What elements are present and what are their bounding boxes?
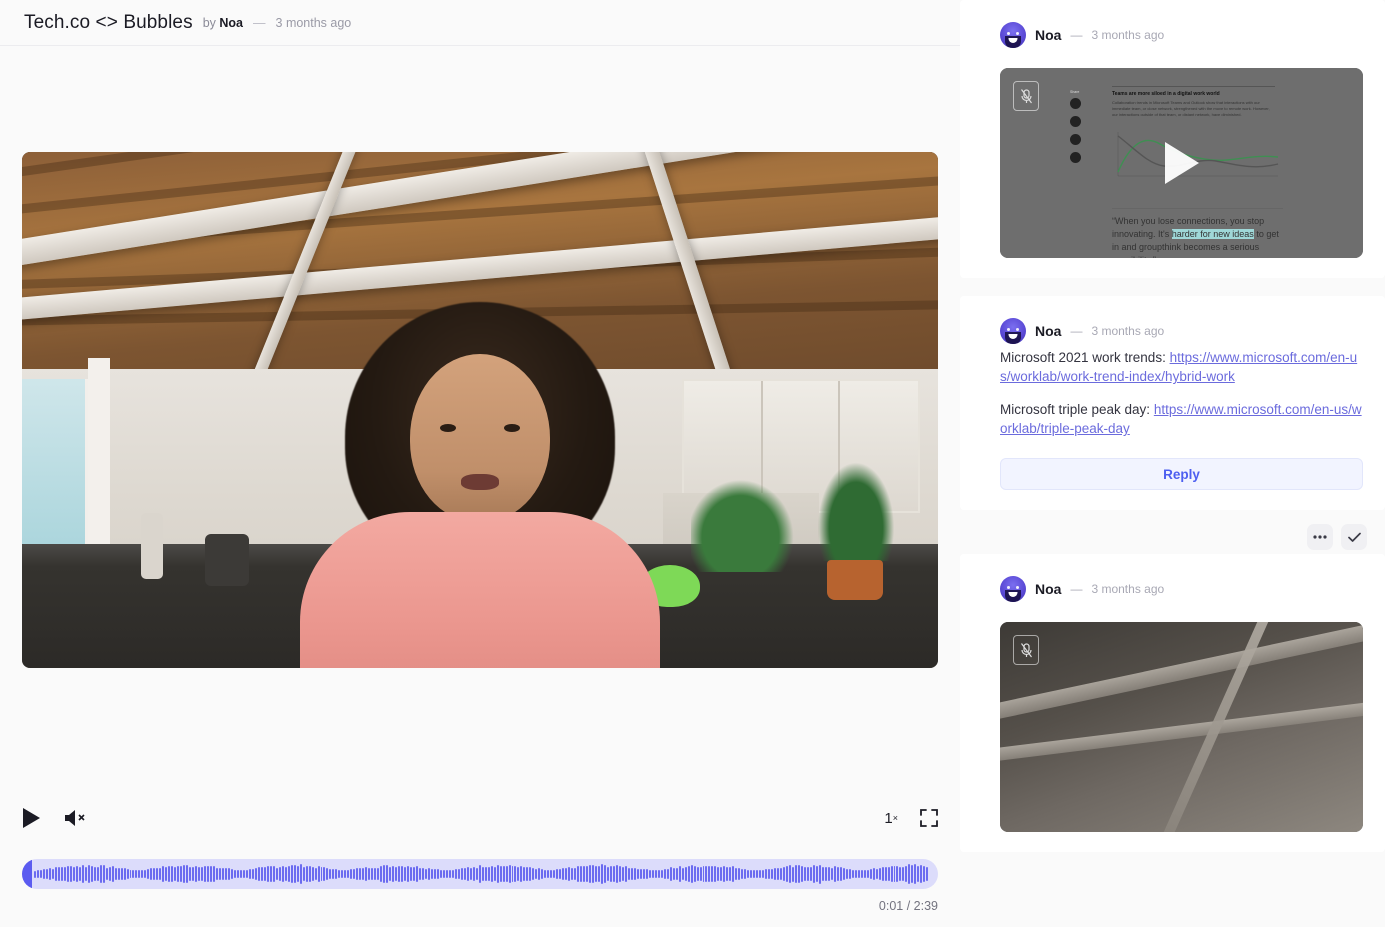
- avatar: [1000, 318, 1026, 344]
- waveform-scrubber[interactable]: [22, 859, 938, 889]
- volume-muted-icon: [65, 810, 85, 826]
- fullscreen-button[interactable]: [920, 809, 938, 827]
- comment-header: Noa — 3 months ago: [978, 576, 1367, 602]
- comment-dash: —: [1070, 28, 1083, 42]
- more-options-button[interactable]: [1307, 524, 1333, 550]
- playback-speed-button[interactable]: 1 ×: [884, 810, 898, 827]
- playback-speed-value: 1: [884, 809, 893, 827]
- ceiling-beams-frame: [1000, 622, 1363, 832]
- playhead[interactable]: [22, 859, 32, 889]
- twitter-icon: [1070, 98, 1081, 109]
- by-label: by: [202, 15, 216, 30]
- comment-line: Microsoft triple peak day: https://www.m…: [1000, 400, 1363, 438]
- reply-button[interactable]: Reply: [1000, 458, 1363, 490]
- timecode: 0:01 / 2:39: [878, 899, 938, 913]
- comment-body: Microsoft 2021 work trends: https://www.…: [978, 348, 1367, 438]
- video-player[interactable]: [22, 152, 938, 668]
- plant: [690, 471, 801, 572]
- comment-actions: [1307, 524, 1367, 550]
- mic-muted-icon: [1013, 81, 1039, 111]
- article-body: Teams are more siloed in a digital work …: [1112, 86, 1275, 118]
- ellipsis-icon: [1313, 535, 1327, 539]
- plant: [811, 451, 902, 562]
- document-header: Tech.co <> Bubbles by Noa — 3 months ago: [0, 0, 960, 46]
- article-headline: Teams are more siloed in a digital work …: [1112, 86, 1275, 97]
- comment-author: Noa: [1035, 581, 1062, 597]
- video-frame: [22, 152, 938, 668]
- comment-author: Noa: [1035, 27, 1062, 43]
- email-icon: [1070, 152, 1081, 163]
- video-thumbnail[interactable]: [1000, 622, 1363, 832]
- mic-muted-icon: [1013, 635, 1039, 665]
- speaker-person: [269, 301, 690, 668]
- playback-speed-suffix: ×: [892, 813, 898, 823]
- comment-header: Noa — 3 months ago: [978, 22, 1367, 48]
- header-timestamp: 3 months ago: [275, 15, 352, 30]
- fullscreen-icon: [920, 809, 938, 827]
- facebook-icon: [1070, 116, 1081, 127]
- shirt: [299, 511, 660, 668]
- comments-sidebar: Noa — 3 months ago Share Teams are more …: [960, 0, 1385, 927]
- comment-timestamp: 3 months ago: [1091, 28, 1165, 42]
- comment-timestamp: 3 months ago: [1091, 324, 1165, 338]
- video-thumbnail[interactable]: Share Teams are more siloed in a digital…: [1000, 68, 1363, 258]
- share-label: Share: [1070, 90, 1080, 94]
- comment-line: Microsoft 2021 work trends: https://www.…: [1000, 348, 1363, 386]
- quote-highlight: harder for new ideas: [1171, 229, 1254, 239]
- kettle: [205, 533, 250, 586]
- share-column: Share: [1070, 90, 1084, 170]
- play-icon: [23, 808, 40, 828]
- comment-header: Noa — 3 months ago: [978, 318, 1367, 344]
- play-icon[interactable]: [1164, 142, 1199, 184]
- comment-card: Noa — 3 months ago Share Teams are more …: [960, 0, 1385, 278]
- comment-thread: Noa — 3 months ago Share Teams are more …: [960, 0, 1385, 870]
- article-paragraph: Collaboration trends in Microsoft Teams …: [1112, 100, 1270, 117]
- video-pane: Tech.co <> Bubbles by Noa — 3 months ago: [0, 0, 960, 927]
- flower-pot: [827, 559, 884, 600]
- comment-dash: —: [1070, 582, 1083, 596]
- bottle: [141, 513, 164, 580]
- avatar: [1000, 576, 1026, 602]
- check-icon: [1347, 532, 1361, 542]
- play-button[interactable]: [22, 807, 41, 829]
- comment-card: Noa — 3 months ago: [960, 524, 1385, 852]
- byline-dash: —: [253, 15, 266, 30]
- audio-waveform: [22, 859, 938, 889]
- comment-card: Noa — 3 months ago Microsoft 2021 work t…: [960, 296, 1385, 510]
- face: [409, 353, 550, 522]
- mute-button[interactable]: [63, 808, 88, 828]
- avatar: [1000, 22, 1026, 48]
- app-root: Tech.co <> Bubbles by Noa — 3 months ago: [0, 0, 1385, 927]
- page-title: Tech.co <> Bubbles: [24, 11, 193, 33]
- comment-line-label: Microsoft 2021 work trends:: [1000, 350, 1170, 365]
- linkedin-icon: [1070, 134, 1081, 145]
- author-name: Noa: [219, 15, 244, 30]
- comment-timestamp: 3 months ago: [1091, 582, 1165, 596]
- comment-line-label: Microsoft triple peak day:: [1000, 402, 1154, 417]
- article-quote: “When you lose connections, you stop inn…: [1112, 208, 1283, 258]
- byline: by Noa: [203, 16, 243, 30]
- comment-dash: —: [1070, 324, 1083, 338]
- player-controls: 1 × 0:01 / 2:39: [0, 795, 960, 927]
- comment-author: Noa: [1035, 323, 1062, 339]
- resolve-button[interactable]: [1341, 524, 1367, 550]
